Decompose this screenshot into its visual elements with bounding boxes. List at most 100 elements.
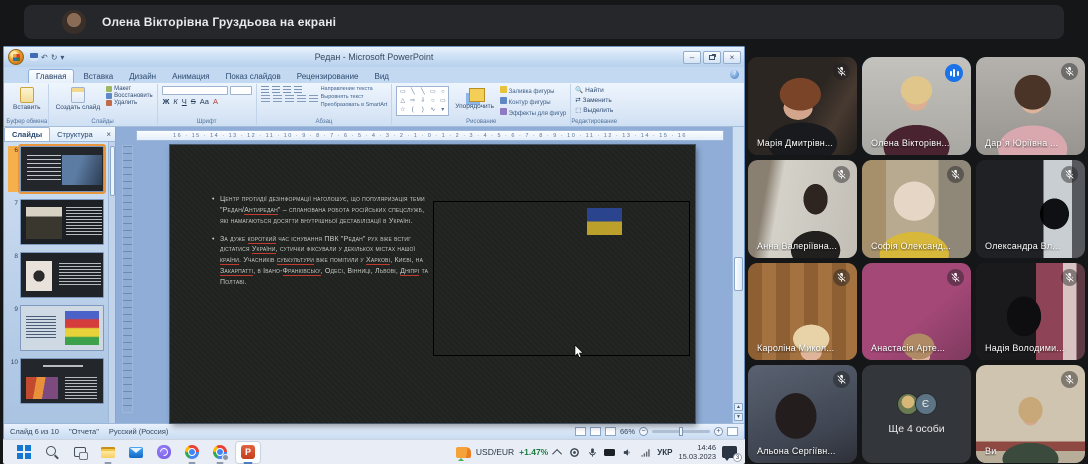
qat-dropdown-icon[interactable]: ▾ xyxy=(60,53,64,62)
speaker-tray-icon[interactable] xyxy=(621,446,633,458)
panel-close-button[interactable]: × xyxy=(106,130,111,139)
slideshow-button[interactable] xyxy=(605,427,616,436)
font-color-button[interactable]: А xyxy=(212,97,219,106)
shapes-gallery[interactable]: ▭╲╲▭○ △⇨⇩○▭ ☆()∿▾ xyxy=(396,86,449,116)
clock[interactable]: 14:46 15.03.2023 xyxy=(678,443,716,462)
indent-increase-button[interactable] xyxy=(294,86,302,93)
settings-tray-icon[interactable] xyxy=(568,446,580,458)
redo-icon[interactable]: ↻ xyxy=(51,53,58,62)
overflow-participants-tile[interactable]: ЄЩе 4 особи xyxy=(862,365,971,463)
slide-photo[interactable] xyxy=(433,201,690,357)
chrome-alt-icon[interactable] xyxy=(207,441,233,464)
participant-tile[interactable]: Олена Вікторівн... xyxy=(862,57,971,155)
ribbon-tab[interactable]: Главная xyxy=(28,69,74,83)
bold-button[interactable]: Ж xyxy=(162,97,171,106)
mail-icon[interactable] xyxy=(123,441,149,464)
align-right-button[interactable] xyxy=(285,95,294,102)
participant-tile[interactable]: Анастасія Арте... xyxy=(862,263,971,361)
language-indicator[interactable]: УКР xyxy=(657,448,672,457)
justify-button[interactable] xyxy=(297,95,306,102)
shape-effects-button[interactable]: Эффекты для фигур xyxy=(500,108,566,117)
indent-decrease-button[interactable] xyxy=(283,86,291,93)
ribbon-tab[interactable]: Дизайн xyxy=(122,70,163,83)
powerpoint-icon[interactable] xyxy=(235,441,261,464)
participant-tile[interactable]: Надія Володими... xyxy=(976,263,1085,361)
participant-tile[interactable]: Альона Сергіївн... xyxy=(748,365,857,463)
slide-bullet-list[interactable]: Центр протидії дезінформації наголошує, … xyxy=(212,195,433,296)
ribbon-tab[interactable]: Анимация xyxy=(165,70,217,83)
proofing-language[interactable]: Русский (Россия) xyxy=(109,427,169,436)
office-button[interactable] xyxy=(8,49,24,65)
slide-thumbnail[interactable]: 7 xyxy=(8,199,113,245)
normal-view-button[interactable] xyxy=(575,427,586,436)
participant-tile[interactable]: Марія Дмитрівн... xyxy=(748,57,857,155)
font-name-combobox[interactable] xyxy=(162,86,228,95)
undo-icon[interactable]: ↶ xyxy=(41,53,48,62)
find-button[interactable]: 🔍 Найти xyxy=(575,86,613,94)
layout-button[interactable]: Макет xyxy=(106,86,152,92)
participant-tile[interactable]: Дар`я Юріївна ... xyxy=(976,57,1085,155)
slide-thumbnail[interactable]: 8 xyxy=(8,252,113,298)
task-view-icon[interactable] xyxy=(67,441,93,464)
minimize-button[interactable]: – xyxy=(683,51,701,64)
fit-to-window-button[interactable] xyxy=(727,427,738,436)
ribbon-tab[interactable]: Показ слайдов xyxy=(219,70,288,83)
character-spacing-button[interactable]: Aa xyxy=(199,97,210,106)
search-icon[interactable] xyxy=(39,441,65,464)
zoom-in-button[interactable]: + xyxy=(714,427,723,436)
ribbon-tab[interactable]: Вставка xyxy=(76,70,120,83)
scrollbar-thumb[interactable] xyxy=(734,257,743,291)
arrange-button[interactable]: Упорядочить xyxy=(452,86,497,111)
participant-tile[interactable]: Анна Валеріївна... xyxy=(748,160,857,258)
network-tray-icon[interactable] xyxy=(639,446,651,458)
columns-button[interactable] xyxy=(309,95,318,102)
font-size-combobox[interactable] xyxy=(230,86,252,95)
restore-button[interactable] xyxy=(703,51,721,64)
bullets-button[interactable] xyxy=(261,86,269,93)
select-button[interactable]: ⬚ Выделить xyxy=(575,106,613,114)
chrome-icon[interactable] xyxy=(179,441,205,464)
participant-tile[interactable]: Софія Олександ... xyxy=(862,160,971,258)
replace-button[interactable]: ⇄ Заменить xyxy=(575,96,613,104)
slide-canvas[interactable]: Центр протидії дезінформації наголошує, … xyxy=(170,145,695,423)
participant-tile[interactable]: Кароліна Микол... xyxy=(748,263,857,361)
microphone-tray-icon[interactable] xyxy=(586,446,598,458)
start-icon[interactable] xyxy=(11,441,37,464)
powerpoint-titlebar[interactable]: ↶ ↻ ▾ Редан - Microsoft PowerPoint – × xyxy=(4,47,744,67)
italic-button[interactable]: К xyxy=(172,97,178,106)
participant-tile[interactable]: Ви xyxy=(976,365,1085,463)
hidden-icons-chevron-icon[interactable] xyxy=(552,448,562,458)
align-text-button[interactable]: Выровнять текст xyxy=(321,94,388,100)
zoom-slider[interactable] xyxy=(652,430,710,433)
slide-sorter-button[interactable] xyxy=(590,427,601,436)
underline-button[interactable]: Ч xyxy=(181,97,188,106)
delete-button[interactable]: Удалить xyxy=(106,100,152,106)
help-button[interactable]: ? xyxy=(730,70,739,79)
shape-fill-button[interactable]: Заливка фигуры xyxy=(500,86,566,95)
display-tray-icon[interactable] xyxy=(604,449,615,456)
previous-slide-button[interactable]: ▲ xyxy=(734,403,743,411)
ribbon-tab[interactable]: Рецензирование xyxy=(290,70,366,83)
convert-smartart-button[interactable]: Преобразовать в SmartArt xyxy=(321,102,388,108)
reset-button[interactable]: Восстановить xyxy=(106,93,152,99)
shape-outline-button[interactable]: Контур фигуры xyxy=(500,97,566,106)
new-slide-button[interactable]: Создать слайд xyxy=(53,86,104,112)
text-direction-button[interactable]: Направление текста xyxy=(321,86,388,92)
slide-thumbnail[interactable]: 9 xyxy=(8,305,113,351)
panel-scrollbar[interactable] xyxy=(108,142,115,423)
close-button[interactable]: × xyxy=(723,51,741,64)
next-slide-button[interactable]: ▼ xyxy=(734,413,743,421)
vertical-scrollbar[interactable]: ▲ ▼ xyxy=(732,127,744,423)
align-center-button[interactable] xyxy=(273,95,282,102)
strikethrough-button[interactable]: S xyxy=(190,97,197,106)
slide-thumbnail[interactable]: 10 xyxy=(8,358,113,404)
align-left-button[interactable] xyxy=(261,95,270,102)
paste-button[interactable]: Вставить xyxy=(10,86,44,112)
notification-center-icon[interactable]: 3 xyxy=(722,446,737,458)
numbering-button[interactable] xyxy=(272,86,280,93)
slide-thumbnail[interactable]: 6 xyxy=(8,146,113,192)
zoom-out-button[interactable]: − xyxy=(639,427,648,436)
participant-tile[interactable]: Олександра Вл... xyxy=(976,160,1085,258)
viber-icon[interactable] xyxy=(151,441,177,464)
save-icon[interactable] xyxy=(30,53,38,61)
